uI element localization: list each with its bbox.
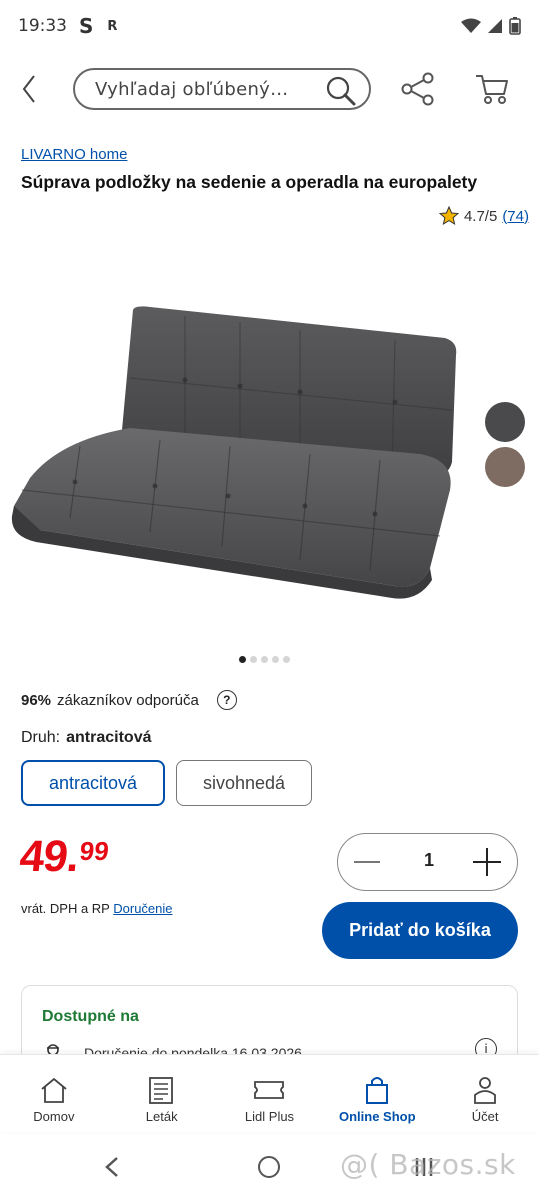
nav-item-account[interactable]: Účet [431, 1055, 539, 1132]
quantity-stepper: 1 [337, 833, 518, 891]
color-swatch-taupe[interactable] [485, 447, 525, 487]
wifi-icon [461, 18, 481, 33]
ticket-icon [252, 1073, 286, 1107]
color-swatch-anthracite[interactable] [485, 402, 525, 442]
system-nav-bar: @( Bazos.sk [0, 1132, 539, 1200]
leaflet-icon [145, 1073, 179, 1107]
vat-note: vrát. DPH a RP Doručenie [21, 901, 173, 916]
status-s-icon: S [79, 14, 94, 38]
chevron-left-icon [22, 75, 35, 103]
nav-label: Leták [145, 1109, 178, 1124]
signal-icon [488, 19, 502, 33]
recommend-text: zákazníkov odporúča [57, 691, 199, 709]
search-input[interactable]: Vyhľadaj obľúbený… [73, 68, 371, 110]
rating-value: 4.7/5 [463, 207, 498, 225]
nav-item-lidl-plus[interactable]: Lidl Plus [216, 1055, 324, 1132]
availability-title: Dostupné na [42, 1008, 139, 1025]
nav-label: Účet [471, 1109, 499, 1124]
status-time: 19:33 [18, 16, 67, 36]
delivery-link[interactable]: Doručenie [113, 901, 172, 916]
pagination-dot[interactable] [272, 656, 279, 663]
rating: 4.7/5 (74) [438, 206, 529, 226]
product-title: Súprava podložky na sedenie a operadla n… [21, 172, 478, 192]
minus-icon[interactable] [352, 848, 382, 876]
star-icon [438, 206, 459, 226]
nav-label: Lidl Plus [244, 1109, 295, 1124]
add-to-cart-button[interactable]: Pridať do košíka [322, 902, 518, 959]
back-button[interactable] [14, 72, 44, 106]
price-main: 49 [17, 832, 70, 881]
price-cents: 99 [78, 836, 111, 866]
brand-link[interactable]: LIVARNO home [21, 146, 127, 163]
pagination-dot[interactable] [261, 656, 268, 663]
cart-icon [476, 75, 508, 104]
rating-count-link[interactable]: (74) [502, 208, 529, 225]
pagination-dot[interactable] [250, 656, 257, 663]
share-button[interactable] [400, 72, 436, 110]
help-icon[interactable]: ? [216, 690, 237, 710]
variant-button-anthracite[interactable]: antracitová [21, 760, 165, 806]
image-pagination [239, 656, 290, 663]
top-bar: Vyhľadaj obľúbený… [0, 64, 539, 114]
status-r-icon: R [107, 18, 118, 34]
vat-text: vrát. DPH a RP [21, 901, 110, 916]
nav-item-online-shop[interactable]: Online Shop [323, 1055, 431, 1132]
price: 49. 99 [17, 832, 111, 881]
pagination-dot[interactable] [239, 656, 246, 663]
share-icon [401, 72, 434, 106]
status-bar: 19:33 S R [0, 0, 539, 52]
variant-label: Druh: [21, 729, 61, 746]
search-placeholder: Vyhľadaj obľúbený… [95, 78, 289, 100]
bottom-nav: Domov Leták Lidl Plus Online Shop Účet [0, 1054, 539, 1132]
shopping-bag-icon [360, 1073, 394, 1107]
watermark: @( Bazos.sk [340, 1148, 516, 1181]
recommend-percent: 96% [21, 691, 52, 709]
search-icon[interactable] [325, 75, 357, 107]
recommendation: 96% zákazníkov odporúča ? [21, 690, 237, 710]
user-icon [468, 1073, 502, 1107]
battery-icon [509, 17, 521, 35]
nav-label: Online Shop [339, 1109, 416, 1124]
variant-row: Druh: antracitová [21, 729, 152, 747]
quantity-value[interactable]: 1 [414, 850, 444, 871]
nav-item-leaflet[interactable]: Leták [108, 1055, 216, 1132]
nav-label: Domov [33, 1109, 75, 1124]
status-icons [461, 17, 521, 35]
system-back-icon[interactable] [104, 1156, 120, 1178]
home-icon [37, 1073, 71, 1107]
variant-button-taupe[interactable]: sivohnedá [176, 760, 312, 806]
nav-item-home[interactable]: Domov [0, 1055, 108, 1132]
cart-button[interactable] [474, 72, 510, 110]
pagination-dot[interactable] [283, 656, 290, 663]
product-image[interactable] [0, 250, 480, 630]
system-home-icon[interactable] [258, 1156, 280, 1178]
variant-selected: antracitová [66, 729, 152, 746]
plus-icon[interactable] [471, 846, 503, 878]
